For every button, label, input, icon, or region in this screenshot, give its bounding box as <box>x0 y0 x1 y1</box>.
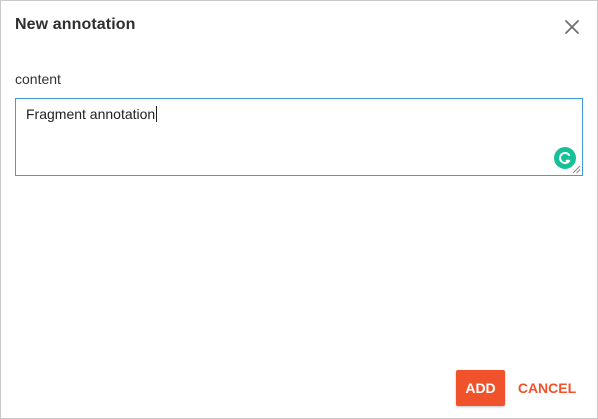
new-annotation-dialog: New annotation content Fragment annotati… <box>0 0 598 419</box>
content-field-label: content <box>15 71 61 87</box>
cancel-button[interactable]: CANCEL <box>513 370 581 406</box>
close-icon[interactable] <box>562 17 582 37</box>
dialog-title: New annotation <box>15 16 136 33</box>
add-button[interactable]: ADD <box>456 370 505 406</box>
text-caret <box>156 106 158 122</box>
resize-handle-icon[interactable] <box>572 165 581 174</box>
content-textarea[interactable]: Fragment annotation <box>15 98 583 176</box>
content-textarea-value: Fragment annotation <box>26 106 156 122</box>
